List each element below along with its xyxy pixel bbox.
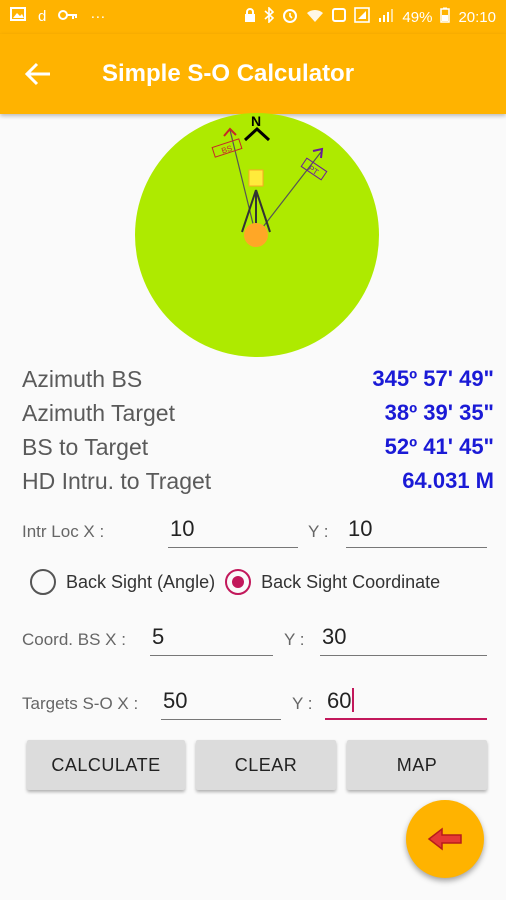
- clear-button[interactable]: CLEAR: [196, 740, 336, 790]
- more-icon: ···: [90, 7, 106, 25]
- radio-back-sight-angle-label[interactable]: Back Sight (Angle): [66, 572, 215, 593]
- intr-loc-label: Intr Loc X :: [22, 522, 105, 541]
- result-label: BS to Target: [22, 433, 149, 460]
- page-title: Simple S-O Calculator: [102, 60, 355, 87]
- results-panel: Azimuth BS 345º 57' 49" Azimuth Target 3…: [22, 362, 494, 498]
- lock-icon: [244, 7, 256, 28]
- intr-loc-row: Intr Loc X : 10 Y : 10: [22, 510, 492, 560]
- map-button[interactable]: MAP: [347, 740, 487, 790]
- targets-y-label: Y :: [292, 694, 313, 713]
- backsight-mode-group: Back Sight (Angle) Back Sight Coordinate: [30, 566, 500, 598]
- sim-icon: [354, 7, 371, 28]
- instrument-icon: [248, 169, 264, 187]
- targets-y-input[interactable]: 60: [325, 684, 487, 720]
- result-row: Azimuth Target 38º 39' 35": [22, 396, 494, 430]
- result-value: 38º 39' 35": [384, 400, 494, 425]
- radio-back-sight-coordinate[interactable]: [225, 569, 252, 595]
- radio-back-sight-coordinate-label[interactable]: Back Sight Coordinate: [261, 572, 440, 593]
- radio-back-sight-angle[interactable]: [30, 569, 56, 595]
- red-left-arrow-icon: [427, 827, 462, 851]
- intr-y-label: Y :: [308, 522, 329, 541]
- battery-level: 49%: [402, 8, 433, 26]
- signal-icon: [378, 8, 394, 27]
- calculate-button[interactable]: CALCULATE: [27, 740, 185, 790]
- coord-bs-y-input[interactable]: 30: [320, 620, 487, 656]
- result-value: 52º 41' 45": [384, 434, 494, 459]
- wifi-icon: [306, 8, 324, 27]
- back-arrow-icon[interactable]: [24, 60, 54, 88]
- back-fab-button[interactable]: [406, 800, 484, 878]
- status-bar: d ··· 49% 20:10: [0, 0, 506, 34]
- result-value: 345º 57' 49": [372, 366, 494, 391]
- alarm-icon: [282, 7, 298, 28]
- nfc-icon: [332, 8, 347, 27]
- instrument-location-dot: [244, 223, 268, 247]
- coord-bs-label: Coord. BS X :: [22, 630, 126, 649]
- result-row: BS to Target 52º 41' 45": [22, 430, 494, 464]
- targets-y-value: 60: [327, 688, 352, 713]
- intr-x-input[interactable]: 10: [168, 512, 298, 548]
- targets-row: Targets S-O X : 50 Y : 60: [22, 682, 492, 732]
- intr-y-input[interactable]: 10: [346, 512, 487, 548]
- result-label: Azimuth Target: [22, 399, 175, 426]
- north-label: N: [251, 113, 261, 129]
- key-icon: [58, 8, 78, 26]
- text-cursor: [352, 688, 355, 712]
- coord-bs-y-label: Y :: [284, 630, 305, 649]
- result-value: 64.031 M: [402, 468, 494, 493]
- result-row: Azimuth BS 345º 57' 49": [22, 362, 494, 396]
- coord-bs-row: Coord. BS X : 5 Y : 30: [22, 618, 492, 668]
- targets-x-input[interactable]: 50: [161, 684, 281, 720]
- clock: 20:10: [458, 8, 496, 26]
- result-row: HD Intru. to Traget 64.031 M: [22, 464, 494, 498]
- bluetooth-icon: [264, 6, 275, 28]
- app-bar: Simple S-O Calculator: [0, 34, 506, 114]
- targets-label: Targets S-O X :: [22, 694, 139, 713]
- compass-diagram: N BS PT: [134, 112, 380, 358]
- image-icon: [10, 7, 26, 26]
- battery-icon: [440, 7, 451, 28]
- coord-bs-x-input[interactable]: 5: [150, 620, 273, 656]
- result-label: HD Intru. to Traget: [22, 467, 212, 494]
- result-label: Azimuth BS: [22, 365, 143, 392]
- d-app-icon: d: [38, 7, 47, 25]
